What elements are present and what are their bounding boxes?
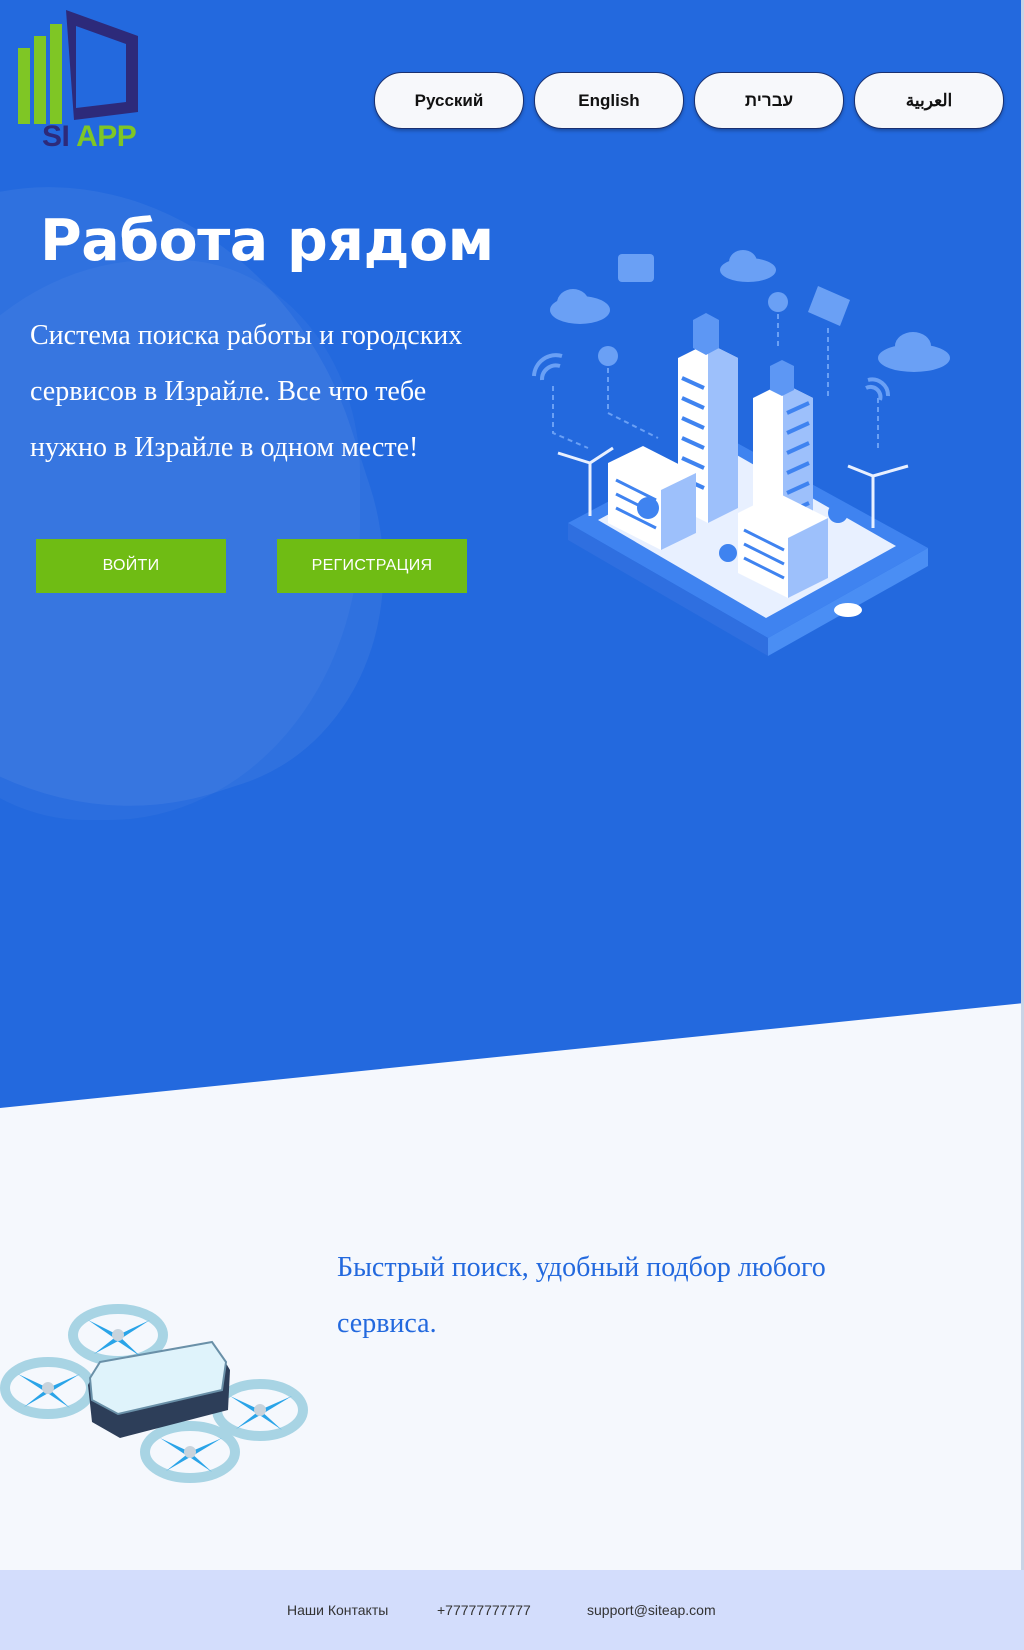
logo-text: SI APP <box>42 120 137 153</box>
lang-button-russian[interactable]: Русский <box>374 72 524 129</box>
footer-phone-link[interactable]: +77777777777 <box>437 1570 531 1650</box>
register-button[interactable]: РЕГИСТРАЦИЯ <box>277 539 467 593</box>
footer: Наши Контакты +77777777777 support@sitea… <box>0 1570 1024 1650</box>
footer-email-link[interactable]: support@siteap.com <box>587 1570 716 1650</box>
footer-contacts-label: Наши Контакты <box>287 1602 389 1618</box>
lang-button-hebrew[interactable]: עברית <box>694 72 844 129</box>
drone-illustration-icon <box>0 1304 308 1483</box>
feature-text: Быстрый поиск, удобный подбор любого сер… <box>337 1252 826 1339</box>
smart-city-illustration-icon <box>532 250 950 656</box>
logo-icon <box>18 10 138 124</box>
lang-button-english[interactable]: English <box>534 72 684 129</box>
hero-title: Работа рядом <box>40 208 494 274</box>
lang-button-arabic[interactable]: العربية <box>854 72 1004 129</box>
hero-subtitle: Система поиска работы и городских сервис… <box>30 320 463 463</box>
login-button[interactable]: ВОЙТИ <box>36 539 226 593</box>
site-logo[interactable]: SI APP <box>16 8 141 153</box>
